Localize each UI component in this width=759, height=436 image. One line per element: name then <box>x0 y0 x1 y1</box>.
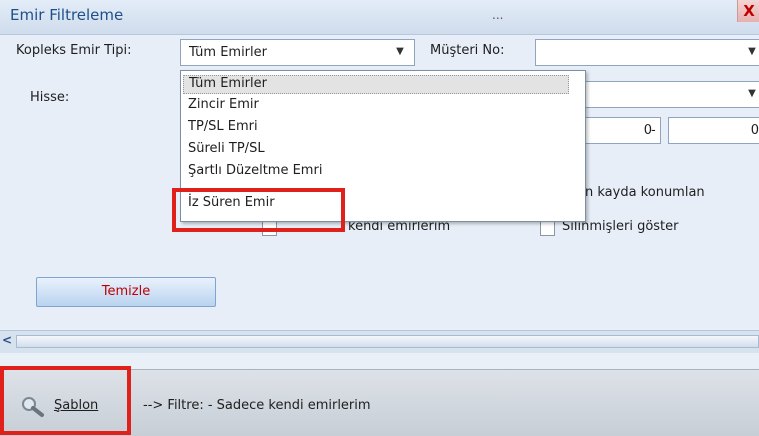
range-separator: - <box>651 123 656 138</box>
title-ellipsis: ... <box>492 8 504 22</box>
customer-label: Müşteri No: <box>430 43 505 58</box>
customer-combo[interactable]: ▼ <box>535 39 759 66</box>
dropdown-arrow-icon[interactable]: ▼ <box>738 82 759 107</box>
title-bar: Emir Filtreleme ... X <box>0 0 759 35</box>
range-to-input[interactable]: 0 <box>668 117 759 144</box>
highlight-box-trailing-order <box>172 188 345 232</box>
stock-label: Hisse: <box>30 90 70 105</box>
order-type-combo[interactable]: Tüm Emirler ▼ <box>180 39 415 66</box>
dropdown-item[interactable]: TP/SL Emri <box>188 119 258 134</box>
show-deleted-checkbox[interactable] <box>540 221 555 236</box>
window-title: Emir Filtreleme <box>10 6 124 24</box>
dropdown-arrow-icon[interactable]: ▼ <box>386 40 414 65</box>
range-from-input[interactable]: 0 <box>585 117 661 144</box>
dropdown-item[interactable]: Şartlı Düzeltme Emri <box>188 163 322 178</box>
order-type-label: Kopleks Emir Tipi: <box>16 43 132 58</box>
dropdown-item[interactable]: Tüm Emirler <box>183 75 569 94</box>
order-type-value: Tüm Emirler <box>189 45 267 60</box>
clear-button[interactable]: Temizle <box>36 277 216 307</box>
dropdown-arrow-icon[interactable]: ▼ <box>738 40 759 65</box>
filter-status-text: --> Filtre: - Sadece kendi emirlerim <box>143 398 371 413</box>
clear-button-label: Temizle <box>101 284 151 299</box>
scroll-left-icon[interactable]: < <box>2 333 12 347</box>
close-icon: X <box>743 2 755 20</box>
dropdown-item[interactable]: Süreli TP/SL <box>188 141 265 156</box>
option-last-record-label: n kayda konumlan <box>585 185 705 200</box>
horizontal-scrollbar[interactable]: < <box>0 330 759 353</box>
close-button[interactable]: X <box>737 0 759 22</box>
dropdown-item[interactable]: Zincir Emir <box>188 97 259 112</box>
highlight-box-template <box>0 366 131 435</box>
scroll-track[interactable] <box>16 335 759 348</box>
